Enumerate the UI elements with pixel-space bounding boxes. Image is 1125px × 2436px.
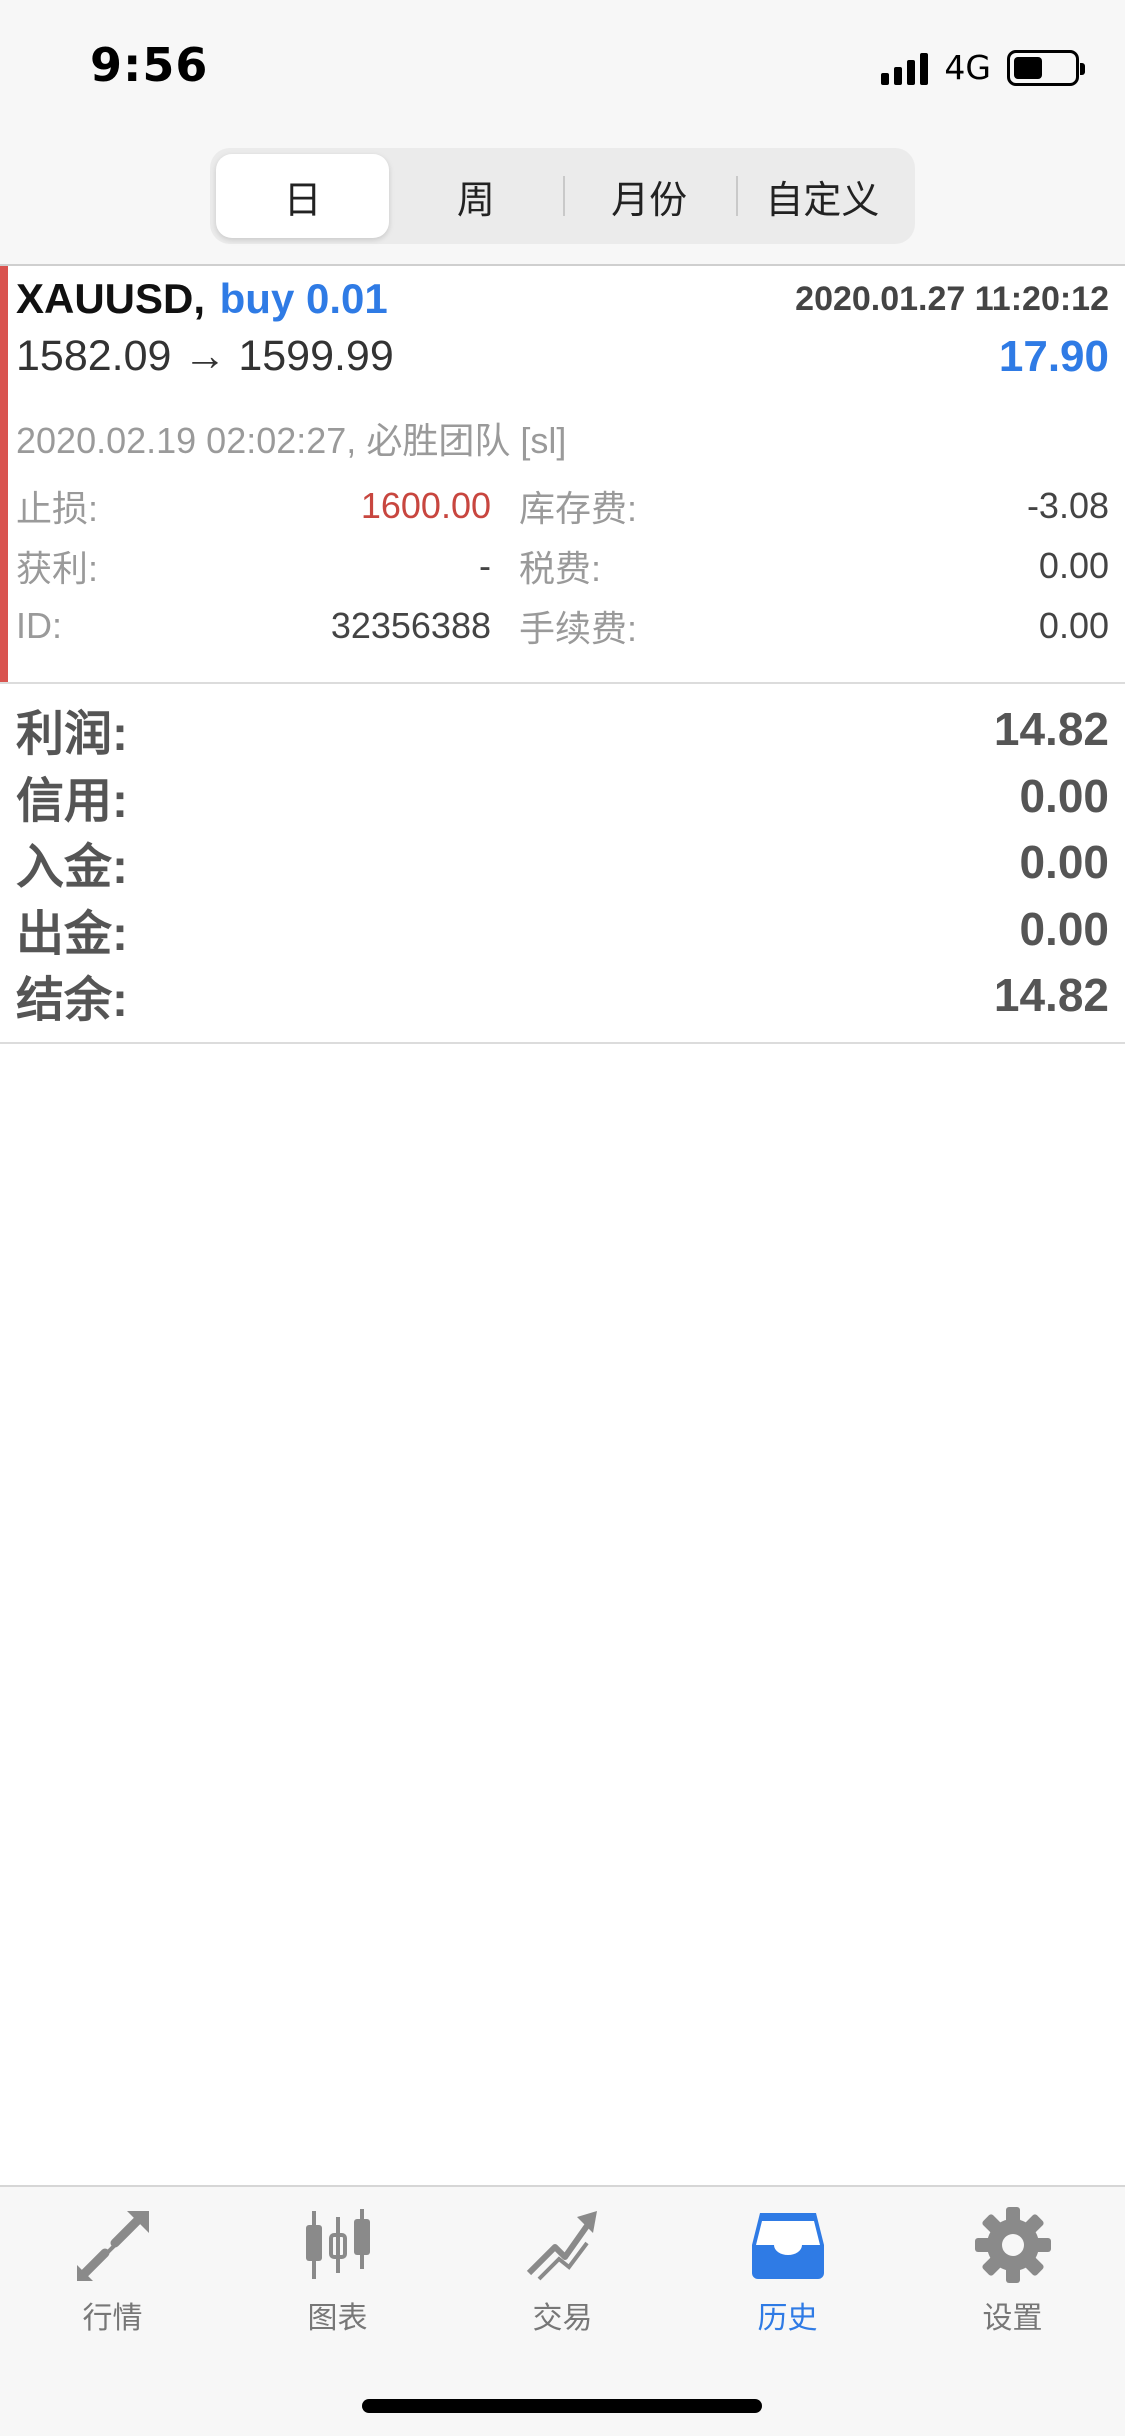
tab-settings-label: 设置 [982,2301,1043,2336]
period-segmented-control: 日 周 月份 自定义 [210,148,915,244]
summary-profit-value: 14.82 [993,703,1109,756]
summary-balance-value: 14.82 [993,969,1109,1022]
tab-custom[interactable]: 自定义 [735,154,909,238]
signal-icon [881,51,929,85]
detail-row: ID: 32356388 手续费: 0.00 [16,596,1109,656]
tax-value: 0.00 [1038,545,1109,586]
tab-chart-label: 图表 [307,2301,368,2336]
tab-history-label: 历史 [757,2301,818,2336]
tab-quotes[interactable]: 行情 [0,2207,225,2337]
id-label: ID: [16,605,63,646]
stop-loss-value: 1600.00 [360,485,491,526]
tab-month[interactable]: 月份 [562,154,736,238]
tab-day[interactable]: 日 [216,154,390,238]
battery-icon [1007,49,1085,86]
summary-credit-label: 信用: [16,774,128,828]
tab-settings[interactable]: 设置 [900,2207,1125,2337]
tab-week[interactable]: 周 [389,154,562,238]
summary-row-balance: 结余: 14.82 [0,962,1125,1029]
tab-history[interactable]: 历史 [675,2207,900,2337]
summary-row-credit: 信用: 0.00 [0,763,1125,830]
trade-side-indicator [0,266,8,682]
commission-value: 0.00 [1038,605,1109,646]
trade-side-volume: buy 0.01 [219,275,388,322]
tab-chart[interactable]: 图表 [225,2207,450,2337]
summary-row-deposit: 入金: 0.00 [0,829,1125,896]
commission-label: 手续费: [519,608,638,649]
swap-label: 库存费: [519,488,638,529]
tab-trade[interactable]: 交易 [450,2207,675,2337]
home-indicator[interactable] [362,2399,762,2413]
summary-balance-label: 结余: [16,974,128,1028]
swap-value: -3.08 [1026,485,1109,526]
detail-row: 止损: 1600.00 库存费: -3.08 [16,476,1109,536]
status-bar: 9:56 4G [0,0,1125,140]
trade-close-info: 2020.02.19 02:02:27, 必胜团队 [sl] [16,420,567,461]
tab-quotes-label: 行情 [82,2301,143,2336]
detail-row: 获利: - 税费: 0.00 [16,536,1109,596]
summary-profit-label: 利润: [16,708,128,762]
trade-details: 止损: 1600.00 库存费: -3.08 获利: - 税费: 0.00 ID… [16,476,1109,656]
trade-record[interactable]: XAUUSD, buy 0.01 2020.01.27 11:20:12 158… [0,266,1125,684]
trade-open-time: 2020.01.27 11:20:12 [795,280,1109,318]
summary-deposit-label: 入金: [16,841,128,895]
status-time: 9:56 [90,38,209,92]
network-type: 4G [944,48,991,87]
take-profit-label: 获利: [16,548,99,589]
history-inbox-icon [748,2207,828,2283]
tab-trade-label: 交易 [532,2301,593,2336]
stop-loss-label: 止损: [16,488,99,529]
trade-trend-icon [523,2207,603,2283]
candlestick-chart-icon [298,2207,378,2283]
id-value: 32356388 [330,605,491,646]
period-selector-bar: 日 周 月份 自定义 [0,140,1125,266]
trade-title: XAUUSD, buy 0.01 [16,274,388,323]
summary-withdrawal-value: 0.00 [1019,902,1109,955]
gear-icon [973,2207,1053,2283]
summary-credit-value: 0.00 [1019,769,1109,822]
summary-deposit-value: 0.00 [1019,836,1109,889]
status-indicators: 4G [881,48,1085,87]
trade-symbol: XAUUSD, [16,275,206,322]
history-summary: 利润: 14.82 信用: 0.00 入金: 0.00 出金: 0.00 结余:… [0,696,1125,1044]
tax-label: 税费: [519,548,602,589]
take-profit-value: - [479,545,491,586]
quotes-arrows-icon [73,2207,153,2283]
summary-row-profit: 利润: 14.82 [0,696,1125,763]
trade-profit: 17.90 [998,332,1109,381]
summary-withdrawal-label: 出金: [16,907,128,961]
summary-row-withdrawal: 出金: 0.00 [0,896,1125,963]
trade-prices: 1582.09 → 1599.99 [16,332,394,380]
